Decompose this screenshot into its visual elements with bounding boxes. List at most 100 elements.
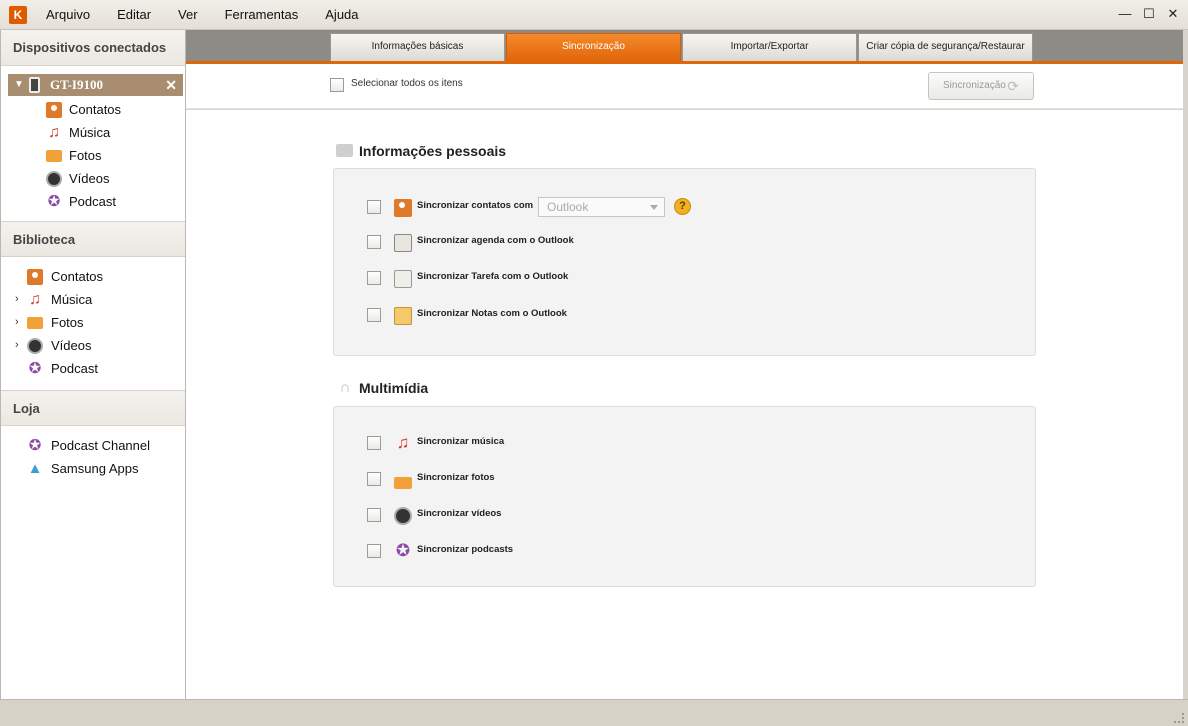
sync-photos-label: Sincronizar fotos bbox=[417, 472, 495, 483]
nav-label: Música bbox=[51, 292, 93, 307]
library-item-videos[interactable]: › Vídeos bbox=[1, 334, 185, 357]
sidebar: Dispositivos conectados ▼ GT-I9100 ✕ Con… bbox=[0, 30, 186, 699]
minimize-button[interactable]: — bbox=[1118, 6, 1132, 22]
sync-videos-label: Sincronizar vídeos bbox=[417, 508, 502, 519]
sync-podcasts-checkbox[interactable] bbox=[367, 544, 381, 558]
sync-music-label: Sincronizar música bbox=[417, 436, 505, 447]
task-icon bbox=[394, 270, 412, 288]
select-all-checkbox[interactable] bbox=[330, 78, 344, 92]
library-item-contacts[interactable]: Contatos bbox=[1, 265, 185, 288]
connected-devices-header: Dispositivos conectados bbox=[1, 30, 185, 66]
tab-import-export[interactable]: Importar/Exportar bbox=[682, 33, 857, 61]
nav-label: Contatos bbox=[51, 269, 104, 284]
music-icon: ♫ bbox=[29, 291, 41, 308]
close-icon[interactable]: ✕ bbox=[165, 74, 177, 96]
menu-bar: K Arquivo Editar Ver Ferramentas Ajuda —… bbox=[0, 0, 1188, 30]
tab-bar: Informações básicas Sincronização Import… bbox=[186, 30, 1183, 61]
nav-label: Música bbox=[69, 125, 111, 140]
library-item-podcast[interactable]: ✪ Podcast bbox=[1, 357, 185, 380]
multimedia-title: ∩ Multimídia bbox=[334, 379, 429, 396]
chevron-down-icon[interactable]: ▼ bbox=[14, 74, 24, 96]
resize-grip-icon[interactable] bbox=[1174, 713, 1184, 723]
sync-contacts-checkbox[interactable] bbox=[367, 200, 381, 214]
headphones-icon: ∩ bbox=[339, 379, 351, 396]
sync-task-checkbox[interactable] bbox=[367, 271, 381, 285]
nav-label: Contatos bbox=[69, 102, 122, 117]
sync-calendar-label: Sincronizar agenda com o Outlook bbox=[417, 235, 574, 246]
library-item-photos[interactable]: › Fotos bbox=[1, 311, 185, 334]
nav-label: Podcast bbox=[69, 194, 116, 209]
device-item-podcast[interactable]: ✪ Podcast bbox=[1, 190, 185, 213]
help-icon[interactable]: ? bbox=[674, 198, 691, 215]
sync-contacts-label: Sincronizar contatos com bbox=[417, 200, 534, 211]
maximize-button[interactable]: ☐ bbox=[1142, 6, 1156, 22]
sync-notes-checkbox[interactable] bbox=[367, 308, 381, 322]
store-header: Loja bbox=[1, 390, 185, 426]
menu-arquivo[interactable]: Arquivo bbox=[36, 0, 100, 30]
store-item-podcast-channel[interactable]: ✪ Podcast Channel bbox=[1, 434, 185, 457]
calendar-icon bbox=[394, 234, 412, 252]
sync-content: Informações pessoais Sincronizar contato… bbox=[186, 110, 1183, 699]
id-card-icon bbox=[336, 144, 353, 157]
contacts-icon bbox=[46, 102, 62, 118]
chevron-right-icon[interactable]: › bbox=[15, 311, 19, 334]
device-item-videos[interactable]: Vídeos bbox=[1, 167, 185, 190]
section-title-text: Multimídia bbox=[359, 380, 429, 396]
sync-videos-checkbox[interactable] bbox=[367, 508, 381, 522]
notes-icon bbox=[394, 307, 412, 325]
menu-ver[interactable]: Ver bbox=[168, 0, 208, 30]
nav-label: Podcast Channel bbox=[51, 438, 151, 453]
music-icon: ♫ bbox=[396, 433, 410, 452]
nav-label: Samsung Apps bbox=[51, 461, 139, 476]
library-item-music[interactable]: › ♫ Música bbox=[1, 288, 185, 311]
sync-icon: ⟳ bbox=[1007, 78, 1019, 94]
videos-icon bbox=[27, 338, 43, 354]
chevron-right-icon[interactable]: › bbox=[15, 288, 19, 311]
nav-label: Podcast bbox=[51, 361, 98, 376]
podcast-icon: ✪ bbox=[28, 437, 42, 454]
music-icon: ♫ bbox=[48, 124, 60, 141]
tab-backup-restore[interactable]: Criar cópia de segurança/Restaurar bbox=[858, 33, 1033, 61]
section-title-text: Informações pessoais bbox=[359, 143, 507, 159]
multimedia-panel: ♫ Sincronizar música Sincronizar fotos S… bbox=[333, 406, 1036, 587]
podcast-icon: ✪ bbox=[47, 193, 61, 210]
close-window-button[interactable]: ✕ bbox=[1166, 6, 1180, 22]
nav-label: Vídeos bbox=[51, 338, 92, 353]
menu-ferramentas[interactable]: Ferramentas bbox=[215, 0, 309, 30]
sync-task-label: Sincronizar Tarefa com o Outlook bbox=[417, 271, 569, 282]
personal-info-panel: Sincronizar contatos com Outlook ? Sincr… bbox=[333, 168, 1036, 356]
select-value: Outlook bbox=[547, 200, 589, 214]
photos-icon bbox=[46, 150, 62, 162]
videos-icon bbox=[394, 507, 412, 525]
chevron-right-icon[interactable]: › bbox=[15, 334, 19, 357]
sync-button[interactable]: Sincronização ⟳ bbox=[928, 72, 1034, 100]
menu-editar[interactable]: Editar bbox=[107, 0, 161, 30]
podcast-icon: ✪ bbox=[395, 541, 411, 560]
store-item-samsung-apps[interactable]: ▲ Samsung Apps bbox=[1, 457, 185, 480]
tab-basic-info[interactable]: Informações básicas bbox=[330, 33, 505, 61]
device-name: GT-I9100 bbox=[50, 77, 103, 92]
nav-label: Vídeos bbox=[69, 171, 110, 186]
tab-sync[interactable]: Sincronização bbox=[506, 33, 681, 61]
personal-info-title: Informações pessoais bbox=[334, 143, 506, 159]
sync-photos-checkbox[interactable] bbox=[367, 472, 381, 486]
sync-button-label: Sincronização bbox=[943, 80, 1006, 91]
contacts-target-select[interactable]: Outlook bbox=[538, 197, 665, 217]
sync-calendar-checkbox[interactable] bbox=[367, 235, 381, 249]
phone-icon bbox=[29, 77, 40, 93]
menu-ajuda[interactable]: Ajuda bbox=[315, 0, 368, 30]
contacts-icon bbox=[27, 269, 43, 285]
device-item-gt-i9100[interactable]: ▼ GT-I9100 ✕ bbox=[8, 74, 183, 96]
sync-notes-label: Sincronizar Notas com o Outlook bbox=[417, 308, 567, 319]
device-item-photos[interactable]: Fotos bbox=[1, 144, 185, 167]
photos-icon bbox=[27, 317, 43, 329]
device-item-music[interactable]: ♫ Música bbox=[1, 121, 185, 144]
sync-podcasts-label: Sincronizar podcasts bbox=[417, 544, 514, 555]
contacts-icon bbox=[394, 199, 412, 217]
device-item-contacts[interactable]: Contatos bbox=[1, 98, 185, 121]
sync-music-checkbox[interactable] bbox=[367, 436, 381, 450]
samsung-apps-icon: ▲ bbox=[27, 460, 43, 477]
chevron-down-icon bbox=[650, 205, 658, 210]
nav-label: Fotos bbox=[69, 148, 102, 163]
videos-icon bbox=[46, 171, 62, 187]
